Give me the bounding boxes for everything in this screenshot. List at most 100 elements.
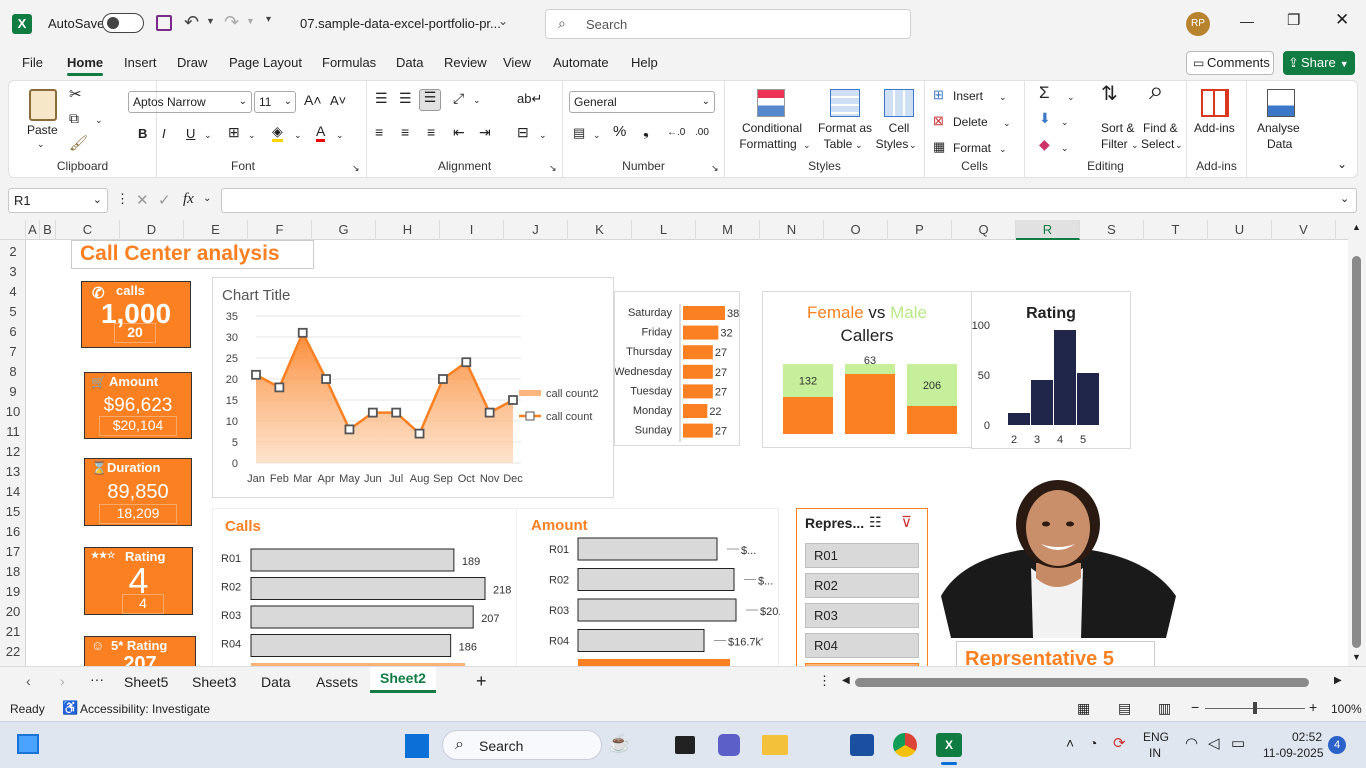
cell-styles-button-1[interactable]: Cell bbox=[887, 121, 911, 136]
scroll-right-icon[interactable]: ▶ bbox=[1334, 675, 1342, 686]
conditional-formatting-button-2[interactable]: Formatting bbox=[735, 137, 801, 152]
row-header[interactable]: 8 bbox=[0, 362, 25, 382]
insert-function-icon[interactable]: fx bbox=[183, 191, 194, 208]
sync-tray-icon[interactable]: ⟳ bbox=[1113, 734, 1126, 752]
insert-cells-icon[interactable]: ⊞ bbox=[933, 87, 944, 102]
share-button[interactable]: ⇪ Share ▼ bbox=[1283, 51, 1355, 75]
normal-view-icon[interactable]: ▦ bbox=[1077, 700, 1090, 717]
align-middle-icon[interactable]: ☰ bbox=[399, 91, 412, 106]
row-header[interactable]: 6 bbox=[0, 322, 25, 342]
slicer-item[interactable]: R04 bbox=[805, 633, 919, 658]
zoom-level[interactable]: 100% bbox=[1331, 702, 1362, 716]
analyse-data-button-2[interactable]: Data bbox=[1267, 137, 1292, 152]
horizontal-scrollbar[interactable]: ◀ ▶ bbox=[840, 673, 1348, 691]
security-tray-icon[interactable]: ◔ bbox=[1089, 735, 1097, 751]
expand-formula-icon[interactable]: ⌄ bbox=[1340, 192, 1349, 205]
row-header[interactable]: 15 bbox=[0, 502, 25, 522]
column-header[interactable]: T bbox=[1144, 220, 1208, 240]
addins-icon[interactable] bbox=[1201, 89, 1229, 117]
multi-select-icon[interactable]: ☷ bbox=[869, 514, 882, 531]
column-header[interactable]: A bbox=[26, 220, 40, 240]
restore-button[interactable]: ❐ bbox=[1287, 11, 1300, 29]
language-2[interactable]: IN bbox=[1149, 746, 1161, 760]
cell-styles-chevron-icon[interactable]: ⌄ bbox=[909, 138, 917, 153]
format-as-table-icon[interactable] bbox=[830, 89, 860, 117]
tab-formulas[interactable]: Formulas bbox=[322, 55, 376, 70]
minimize-button[interactable]: — bbox=[1240, 13, 1254, 29]
underline-icon[interactable]: U bbox=[186, 126, 195, 141]
column-header[interactable]: J bbox=[504, 220, 568, 240]
wifi-icon[interactable]: ◠ bbox=[1185, 734, 1198, 752]
redo-dropdown-icon[interactable]: ▼ bbox=[246, 16, 255, 26]
row-header[interactable]: 11 bbox=[0, 422, 25, 442]
paste-icon[interactable] bbox=[29, 89, 57, 121]
scroll-thumb[interactable] bbox=[1352, 256, 1361, 648]
find-select-icon[interactable]: ⌕ bbox=[1149, 77, 1164, 103]
analyse-data-icon[interactable] bbox=[1267, 89, 1295, 117]
line-chart[interactable]: Chart Title 0 5 10 15 20 25 30 35 Jan Feb Mar Apr May… bbox=[212, 277, 614, 498]
tab-page-layout[interactable]: Page Layout bbox=[229, 55, 302, 70]
tab-options-icon[interactable]: ⋮ bbox=[818, 673, 831, 689]
cut-icon[interactable]: ✂ bbox=[69, 87, 82, 102]
find-select-button-2[interactable]: Select bbox=[1141, 137, 1174, 152]
font-color-dropdown-icon[interactable]: ⌄ bbox=[336, 128, 344, 143]
next-sheet-icon[interactable]: › bbox=[60, 673, 65, 689]
insert-cells-button[interactable]: Insert bbox=[953, 89, 983, 104]
start-icon[interactable] bbox=[405, 734, 429, 758]
row-header[interactable]: 3 bbox=[0, 262, 25, 282]
undo-dropdown-icon[interactable]: ▼ bbox=[206, 16, 215, 26]
clock-date[interactable]: 11-09-2025 bbox=[1263, 746, 1324, 760]
excel-taskbar-icon[interactable]: X bbox=[936, 733, 962, 757]
zoom-out-icon[interactable]: − bbox=[1191, 699, 1199, 715]
page-break-view-icon[interactable]: ▥ bbox=[1158, 700, 1171, 717]
autosave-toggle[interactable] bbox=[102, 13, 144, 33]
representative-slicer[interactable]: Repres... ☷ ⊽ R01 R02 R03 R04 bbox=[796, 508, 928, 666]
column-header[interactable]: G bbox=[312, 220, 376, 240]
amount-bar-chart[interactable]: Amount R01$...R02$...R03$20.9k'R04$16.7k… bbox=[516, 508, 780, 666]
column-header[interactable]: N bbox=[760, 220, 824, 240]
delete-cells-chevron-icon[interactable]: ⌄ bbox=[1003, 116, 1011, 131]
cancel-formula-icon[interactable]: ✕ bbox=[136, 191, 149, 209]
cell-styles-button-2[interactable]: Styles bbox=[875, 137, 909, 152]
column-header[interactable]: H bbox=[376, 220, 440, 240]
column-header[interactable]: O bbox=[824, 220, 888, 240]
tab-home[interactable]: Home bbox=[67, 55, 103, 70]
sheet-tab[interactable]: Assets bbox=[306, 671, 368, 695]
widgets-icon[interactable] bbox=[17, 734, 39, 754]
sheet-tab[interactable]: Sheet5 bbox=[114, 671, 178, 695]
column-header[interactable]: S bbox=[1080, 220, 1144, 240]
column-header[interactable]: C bbox=[56, 220, 120, 240]
align-bottom-icon[interactable]: ☰ bbox=[419, 89, 441, 111]
column-header[interactable]: D bbox=[120, 220, 184, 240]
store-icon[interactable] bbox=[850, 734, 874, 756]
font-launcher-icon[interactable]: ↘ bbox=[352, 161, 360, 176]
select-all[interactable] bbox=[0, 220, 26, 240]
tab-draw[interactable]: Draw bbox=[177, 55, 207, 70]
slicer-item[interactable]: R03 bbox=[805, 603, 919, 628]
addins-button[interactable]: Add-ins bbox=[1194, 121, 1235, 136]
column-header-selected[interactable]: R bbox=[1016, 220, 1080, 240]
accounting-dropdown-icon[interactable]: ⌄ bbox=[593, 128, 601, 143]
row-header[interactable]: 9 bbox=[0, 382, 25, 402]
paste-button[interactable]: Paste bbox=[27, 123, 58, 138]
increase-indent-icon[interactable]: ⇥ bbox=[479, 125, 491, 140]
battery-icon[interactable]: ▭ bbox=[1231, 734, 1245, 752]
tab-data[interactable]: Data bbox=[396, 55, 423, 70]
wrap-text-icon[interactable]: ab↵ bbox=[517, 91, 542, 106]
copy-icon[interactable]: ⧉ bbox=[69, 111, 79, 126]
column-header[interactable]: K bbox=[568, 220, 632, 240]
clear-filter-icon[interactable]: ⊽ bbox=[901, 513, 912, 531]
accounting-icon[interactable]: ▤ bbox=[573, 125, 585, 140]
taskbar-search[interactable]: ⌕ Search ☕ bbox=[442, 730, 630, 760]
font-name-select[interactable]: Aptos Narrow ⌄ bbox=[128, 91, 252, 113]
clear-icon[interactable]: ◆ bbox=[1039, 137, 1050, 152]
find-select-chevron-icon[interactable]: ⌄ bbox=[1175, 138, 1183, 153]
language-1[interactable]: ENG bbox=[1143, 730, 1169, 744]
autosum-chevron-icon[interactable]: ⌄ bbox=[1067, 90, 1075, 105]
row-header[interactable]: 10 bbox=[0, 402, 25, 422]
fill-color-icon[interactable]: ◈ bbox=[272, 124, 283, 142]
add-sheet-icon[interactable]: + bbox=[476, 671, 487, 692]
row-header[interactable]: 21 bbox=[0, 622, 25, 642]
page-layout-view-icon[interactable]: ▤ bbox=[1118, 700, 1131, 717]
close-button[interactable]: ✕ bbox=[1335, 10, 1349, 30]
